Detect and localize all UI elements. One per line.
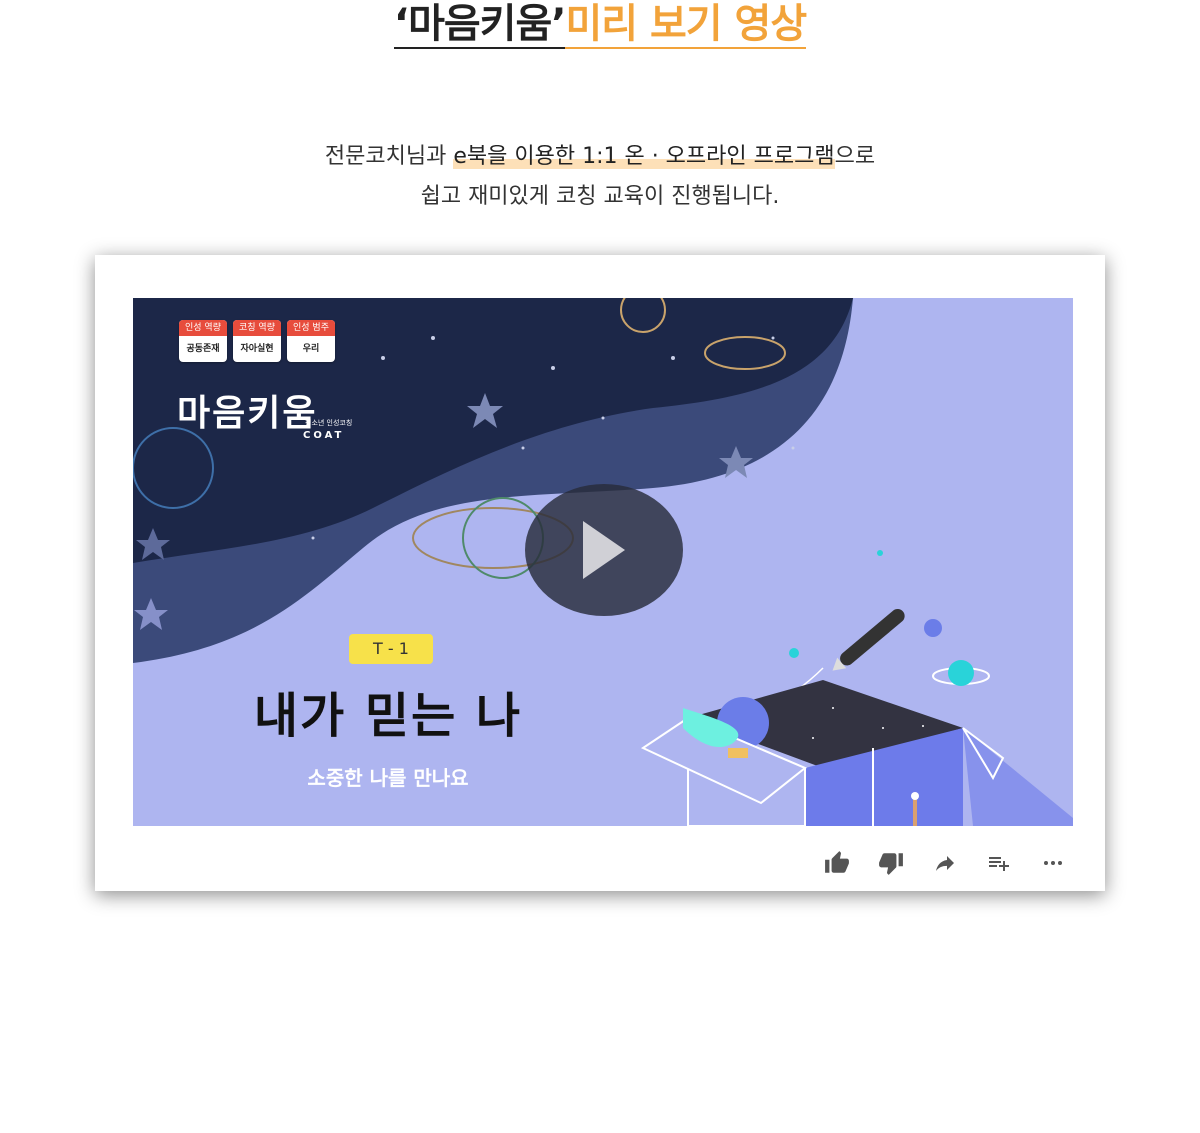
- more-icon[interactable]: [1037, 849, 1069, 877]
- description-highlight: e북을 이용한 1:1 온 · 오프라인 프로그램: [453, 144, 835, 169]
- heading-program-name: ‘마음키움’: [393, 1, 566, 49]
- video-actions: [821, 849, 1069, 877]
- video-card: 인성 역량 공동존재 코칭 역량 자아실현 인성 범주 우리 마음키움 청소년 …: [95, 255, 1105, 891]
- heading-preview-label: 미리 보기 영상: [565, 1, 807, 49]
- tag: 인성 범주 우리: [287, 320, 335, 362]
- logo-subtitle: 청소년 인성코칭: [305, 419, 353, 427]
- episode-badge: T - 1: [349, 634, 433, 664]
- tag: 인성 역량 공동존재: [179, 320, 227, 362]
- video-title: 내가 믿는 나: [253, 688, 523, 744]
- play-button[interactable]: [525, 484, 683, 616]
- tag-head: 인성 범주: [287, 320, 335, 336]
- video-player[interactable]: 인성 역량 공동존재 코칭 역량 자아실현 인성 범주 우리 마음키움 청소년 …: [133, 298, 1073, 826]
- tag-head: 인성 역량: [179, 320, 227, 336]
- tag-body: 우리: [302, 344, 320, 354]
- tag-body: 공동존재: [186, 344, 220, 354]
- thumbs-up-icon[interactable]: [821, 849, 853, 877]
- video-subtitle: 소중한 나를 만나요: [307, 766, 469, 790]
- competency-tags: 인성 역량 공동존재 코칭 역량 자아실현 인성 범주 우리: [179, 320, 335, 362]
- tag-body: 자아실현: [240, 344, 274, 354]
- description-text: 으로: [834, 144, 876, 169]
- description-line1: 전문코치님과 e북을 이용한 1:1 온 · 오프라인 프로그램으로: [0, 137, 1200, 177]
- description-line2: 쉽고 재미있게 코칭 교육이 진행됩니다.: [420, 184, 780, 209]
- tag-head: 코칭 역량: [233, 320, 281, 336]
- thumbs-down-icon[interactable]: [875, 849, 907, 877]
- share-icon[interactable]: [929, 849, 961, 877]
- logo-coat: COAT: [303, 430, 345, 441]
- program-logo: 마음키움: [177, 393, 318, 434]
- description-text: 전문코치님과: [324, 144, 454, 169]
- description: 전문코치님과 e북을 이용한 1:1 온 · 오프라인 프로그램으로 쉽고 재미…: [0, 137, 1200, 217]
- add-to-playlist-icon[interactable]: [983, 849, 1015, 877]
- tag: 코칭 역량 자아실현: [233, 320, 281, 362]
- section-heading: ‘마음키움’미리 보기 영상: [0, 0, 1200, 49]
